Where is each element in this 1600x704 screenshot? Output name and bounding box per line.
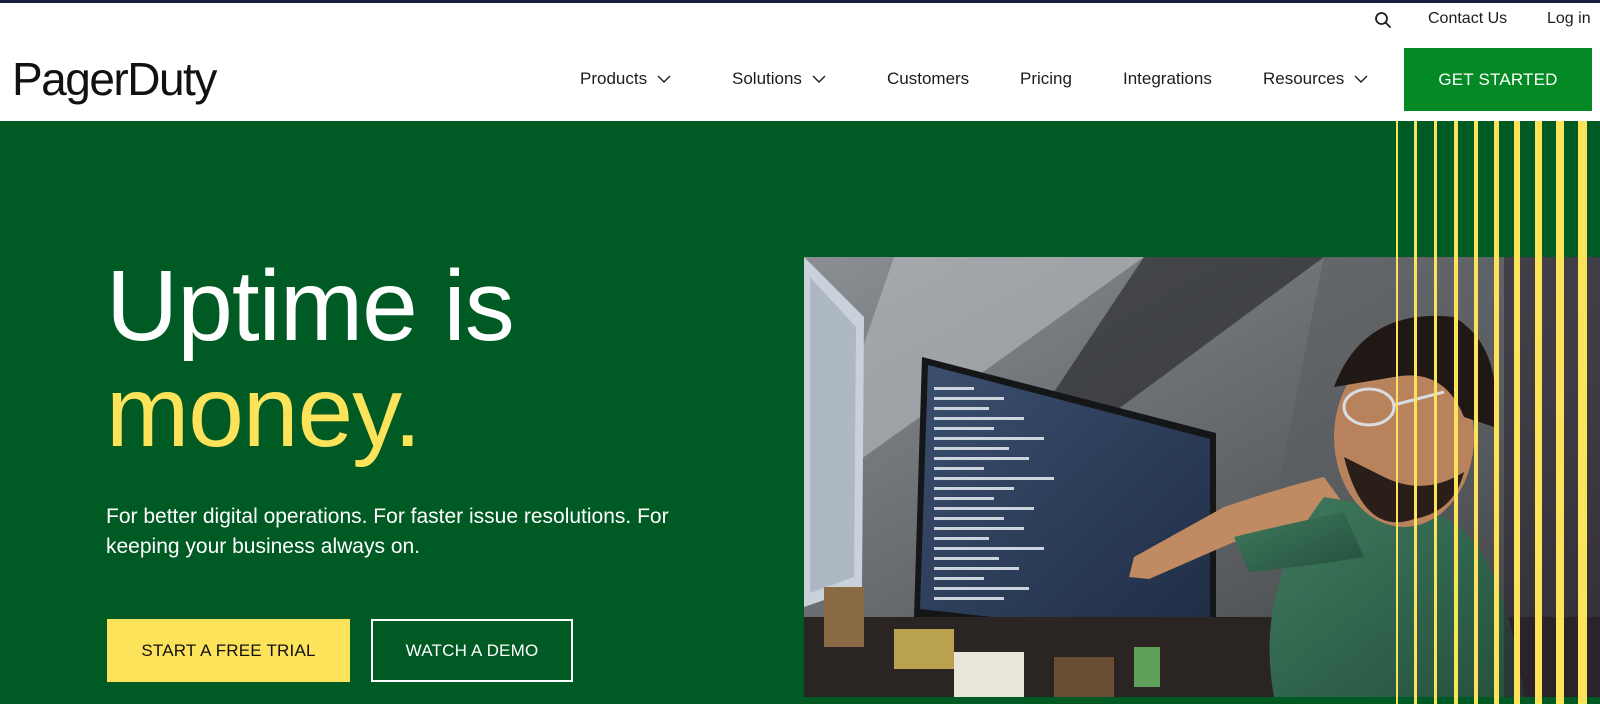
nav-solutions[interactable]: Solutions — [732, 69, 826, 89]
nav-customers-label: Customers — [887, 69, 970, 88]
nav-resources-label: Resources — [1263, 69, 1345, 88]
chevron-down-icon — [657, 75, 671, 83]
start-free-trial-button[interactable]: START A FREE TRIAL — [107, 619, 350, 682]
nav-pricing[interactable]: Pricing — [1020, 69, 1072, 89]
contact-us-link[interactable]: Contact Us — [1428, 10, 1507, 28]
nav-integrations-label: Integrations — [1123, 69, 1212, 88]
search-icon[interactable] — [1374, 11, 1392, 29]
nav-products-label: Products — [580, 69, 648, 88]
get-started-button[interactable]: GET STARTED — [1404, 48, 1592, 111]
chevron-down-icon — [812, 75, 826, 83]
decorative-stripes — [1396, 121, 1587, 704]
nav-solutions-label: Solutions — [732, 69, 802, 88]
main-header: PagerDuty Products Solutions Customers P… — [0, 38, 1600, 121]
chevron-down-icon — [1354, 75, 1368, 83]
log-in-link[interactable]: Log in — [1547, 10, 1591, 28]
nav-products[interactable]: Products — [580, 69, 671, 89]
nav-pricing-label: Pricing — [1020, 69, 1072, 88]
hero-title-line2: money. — [106, 356, 422, 468]
nav-integrations[interactable]: Integrations — [1123, 69, 1212, 89]
hero-subtitle: For better digital operations. For faste… — [106, 505, 669, 558]
pagerduty-logo[interactable]: PagerDuty — [12, 52, 217, 106]
nav-resources[interactable]: Resources — [1263, 69, 1368, 89]
hero-section: Uptime is money. For better digital oper… — [0, 121, 1600, 704]
nav-customers[interactable]: Customers — [887, 69, 969, 89]
hero-title: Uptime is money. — [106, 250, 515, 468]
top-accent-strip — [0, 0, 1600, 3]
hero-title-line1: Uptime is — [106, 250, 515, 362]
watch-demo-button[interactable]: WATCH A DEMO — [371, 619, 573, 682]
